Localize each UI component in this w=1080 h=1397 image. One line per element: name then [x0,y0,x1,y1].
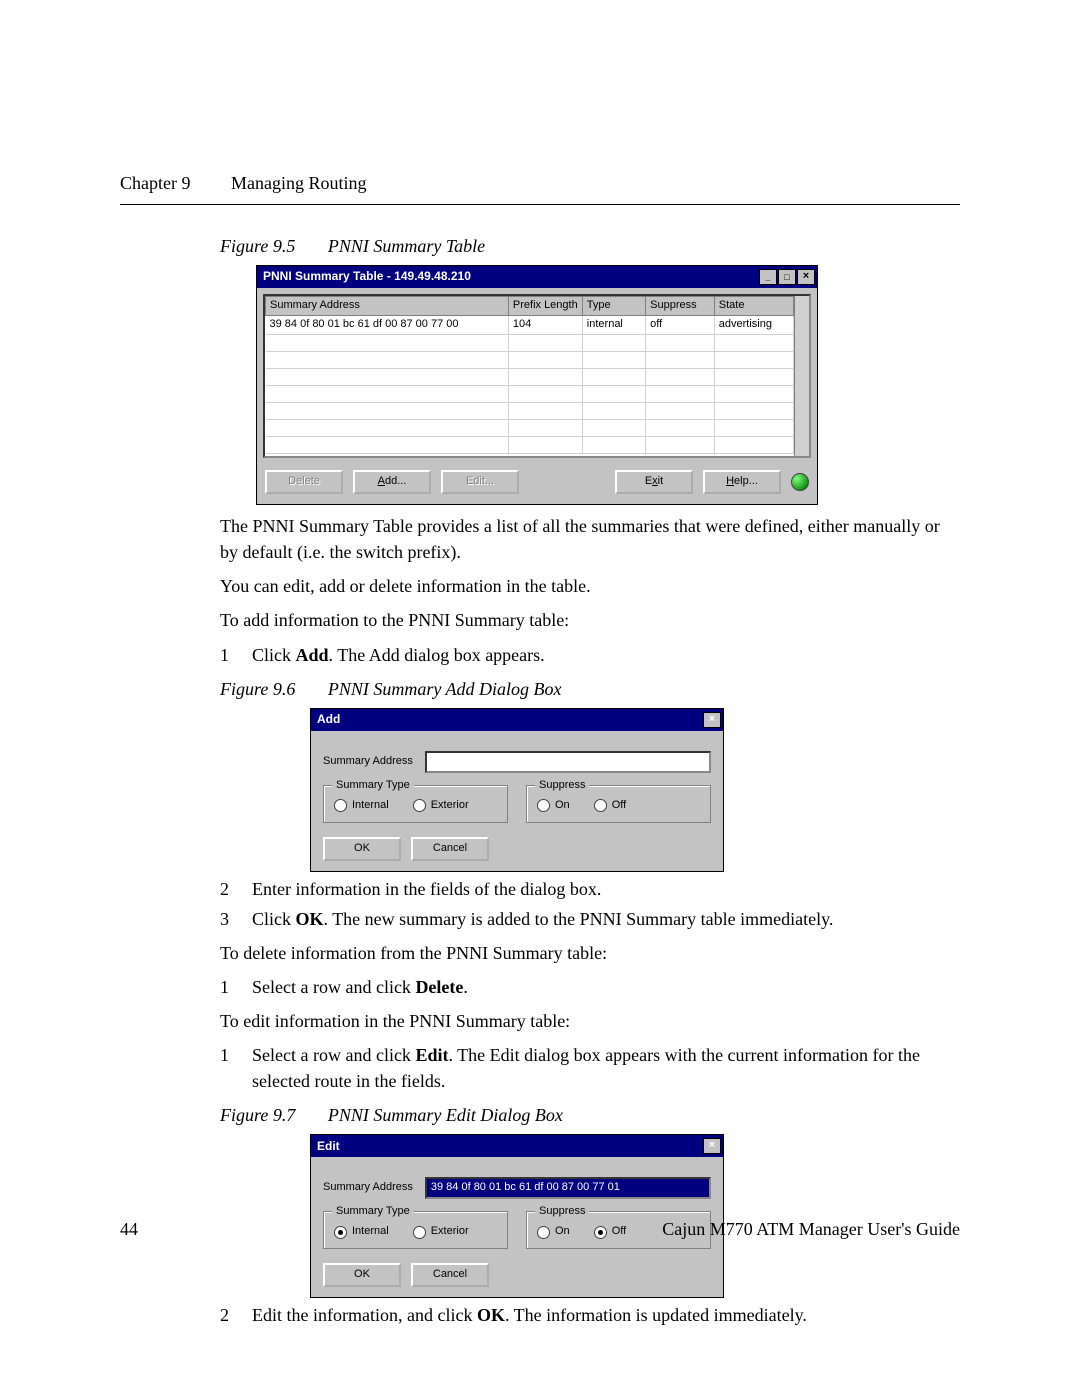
ok-button[interactable]: OK [323,837,401,861]
step-text: Edit the information, and click OK. The … [252,1302,960,1328]
figure-9-6-title: PNNI Summary Add Dialog Box [328,679,562,699]
radio-internal[interactable]: Internal [334,798,389,814]
edit-button[interactable]: Edit... [441,470,519,494]
step-number: 2 [220,1302,236,1328]
summary-table-area: Summary Address Prefix Length Type Suppr… [263,294,811,458]
step-number: 3 [220,906,236,932]
table-row[interactable] [266,420,794,437]
step-number: 1 [220,642,236,668]
close-icon[interactable]: × [703,712,721,728]
radio-off[interactable]: Off [594,798,626,814]
cell-type: internal [582,316,645,335]
step-line: 2 Enter information in the fields of the… [220,876,960,902]
step-line: 3 Click OK. The new summary is added to … [220,906,960,932]
figure-9-7-title: PNNI Summary Edit Dialog Box [328,1105,563,1125]
cancel-button[interactable]: Cancel [411,837,489,861]
table-row[interactable] [266,352,794,369]
step-text: Enter information in the fields of the d… [252,876,960,902]
add-dialog: Add × Summary Address Summary Type Inter… [310,708,724,872]
table-row[interactable]: 39 84 0f 80 01 bc 61 df 00 87 00 77 00 1… [266,316,794,335]
step-text: Select a row and click Delete. [252,974,960,1000]
chapter-title: Managing Routing [231,173,367,193]
figure-9-5-title: PNNI Summary Table [328,236,485,256]
vertical-scrollbar[interactable] [794,296,809,456]
header-rule [120,204,960,205]
summary-address-label: Summary Address [323,754,413,770]
step-text: Click Add. The Add dialog box appears. [252,642,960,668]
cell-suppress: off [646,316,715,335]
paragraph: To delete information from the PNNI Summ… [220,940,960,966]
col-summary-address[interactable]: Summary Address [266,297,509,316]
summary-address-input[interactable]: 39 84 0f 80 01 bc 61 df 00 87 00 77 01 [425,1177,711,1199]
body-column: Figure 9.5 PNNI Summary Table PNNI Summa… [220,233,960,1328]
suppress-group: Suppress On Off [526,785,711,823]
paragraph: To edit information in the PNNI Summary … [220,1008,960,1034]
cell-prefix-length: 104 [508,316,582,335]
radio-exterior[interactable]: Exterior [413,798,469,814]
status-indicator-icon [791,473,809,491]
figure-9-7-number: Figure 9.7 [220,1105,295,1125]
cell-summary-address: 39 84 0f 80 01 bc 61 df 00 87 00 77 00 [266,316,509,335]
figure-9-6-caption: Figure 9.6 PNNI Summary Add Dialog Box [220,676,960,702]
table-row[interactable] [266,437,794,454]
radio-on[interactable]: On [537,798,570,814]
step-number: 1 [220,974,236,1000]
pnni-summary-window: PNNI Summary Table - 149.49.48.210 _ □ × [256,265,818,505]
exit-button[interactable]: Exit [615,470,693,494]
paragraph: To add information to the PNNI Summary t… [220,607,960,633]
summary-type-group: Summary Type Internal Exterior [323,785,508,823]
cell-state: advertising [714,316,793,335]
step-text: Click OK. The new summary is added to th… [252,906,960,932]
page-footer: 44 Cajun M770 ATM Manager User's Guide [120,1216,960,1242]
step-line: 1 Click Add. The Add dialog box appears. [220,642,960,668]
running-head: Chapter 9 Managing Routing [120,170,960,196]
summary-address-input[interactable] [425,751,711,773]
add-dialog-titlebar: Add × [311,709,723,731]
page-number: 44 [120,1216,138,1242]
close-icon[interactable]: × [703,1138,721,1154]
edit-dialog-title: Edit [317,1138,340,1155]
paragraph: The PNNI Summary Table provides a list o… [220,513,960,565]
help-button[interactable]: Help... [703,470,781,494]
step-line: 1 Select a row and click Delete. [220,974,960,1000]
figure-9-5-number: Figure 9.5 [220,236,295,256]
figure-9-6-number: Figure 9.6 [220,679,295,699]
summary-button-row: Delete Add... Edit... Exit Help... [257,464,817,504]
table-row[interactable] [266,403,794,420]
book-title: Cajun M770 ATM Manager User's Guide [662,1216,960,1242]
ok-button[interactable]: OK [323,1263,401,1287]
summary-address-label: Summary Address [323,1180,413,1196]
table-row[interactable] [266,369,794,386]
summary-titlebar: PNNI Summary Table - 149.49.48.210 _ □ × [257,266,817,288]
figure-9-7-caption: Figure 9.7 PNNI Summary Edit Dialog Box [220,1102,960,1128]
step-line: 2 Edit the information, and click OK. Th… [220,1302,960,1328]
step-number: 2 [220,876,236,902]
add-button[interactable]: Add... [353,470,431,494]
summary-type-legend: Summary Type [332,778,414,794]
table-row[interactable] [266,335,794,352]
step-line: 1 Select a row and click Edit. The Edit … [220,1042,960,1094]
table-row[interactable] [266,386,794,403]
close-icon[interactable]: × [797,269,815,285]
paragraph: You can edit, add or delete information … [220,573,960,599]
figure-9-5-caption: Figure 9.5 PNNI Summary Table [220,233,960,259]
col-state[interactable]: State [714,297,793,316]
delete-button[interactable]: Delete [265,470,343,494]
col-prefix-length[interactable]: Prefix Length [508,297,582,316]
add-dialog-title: Add [317,711,340,728]
step-number: 1 [220,1042,236,1094]
maximize-icon[interactable]: □ [778,269,796,285]
summary-window-title: PNNI Summary Table - 149.49.48.210 [263,268,471,285]
summary-table[interactable]: Summary Address Prefix Length Type Suppr… [265,296,794,456]
step-text: Select a row and click Edit. The Edit di… [252,1042,960,1094]
cancel-button[interactable]: Cancel [411,1263,489,1287]
edit-dialog-titlebar: Edit × [311,1135,723,1157]
chapter-label: Chapter 9 [120,173,190,193]
col-suppress[interactable]: Suppress [646,297,715,316]
suppress-legend: Suppress [535,778,589,794]
minimize-icon[interactable]: _ [759,269,777,285]
col-type[interactable]: Type [582,297,645,316]
